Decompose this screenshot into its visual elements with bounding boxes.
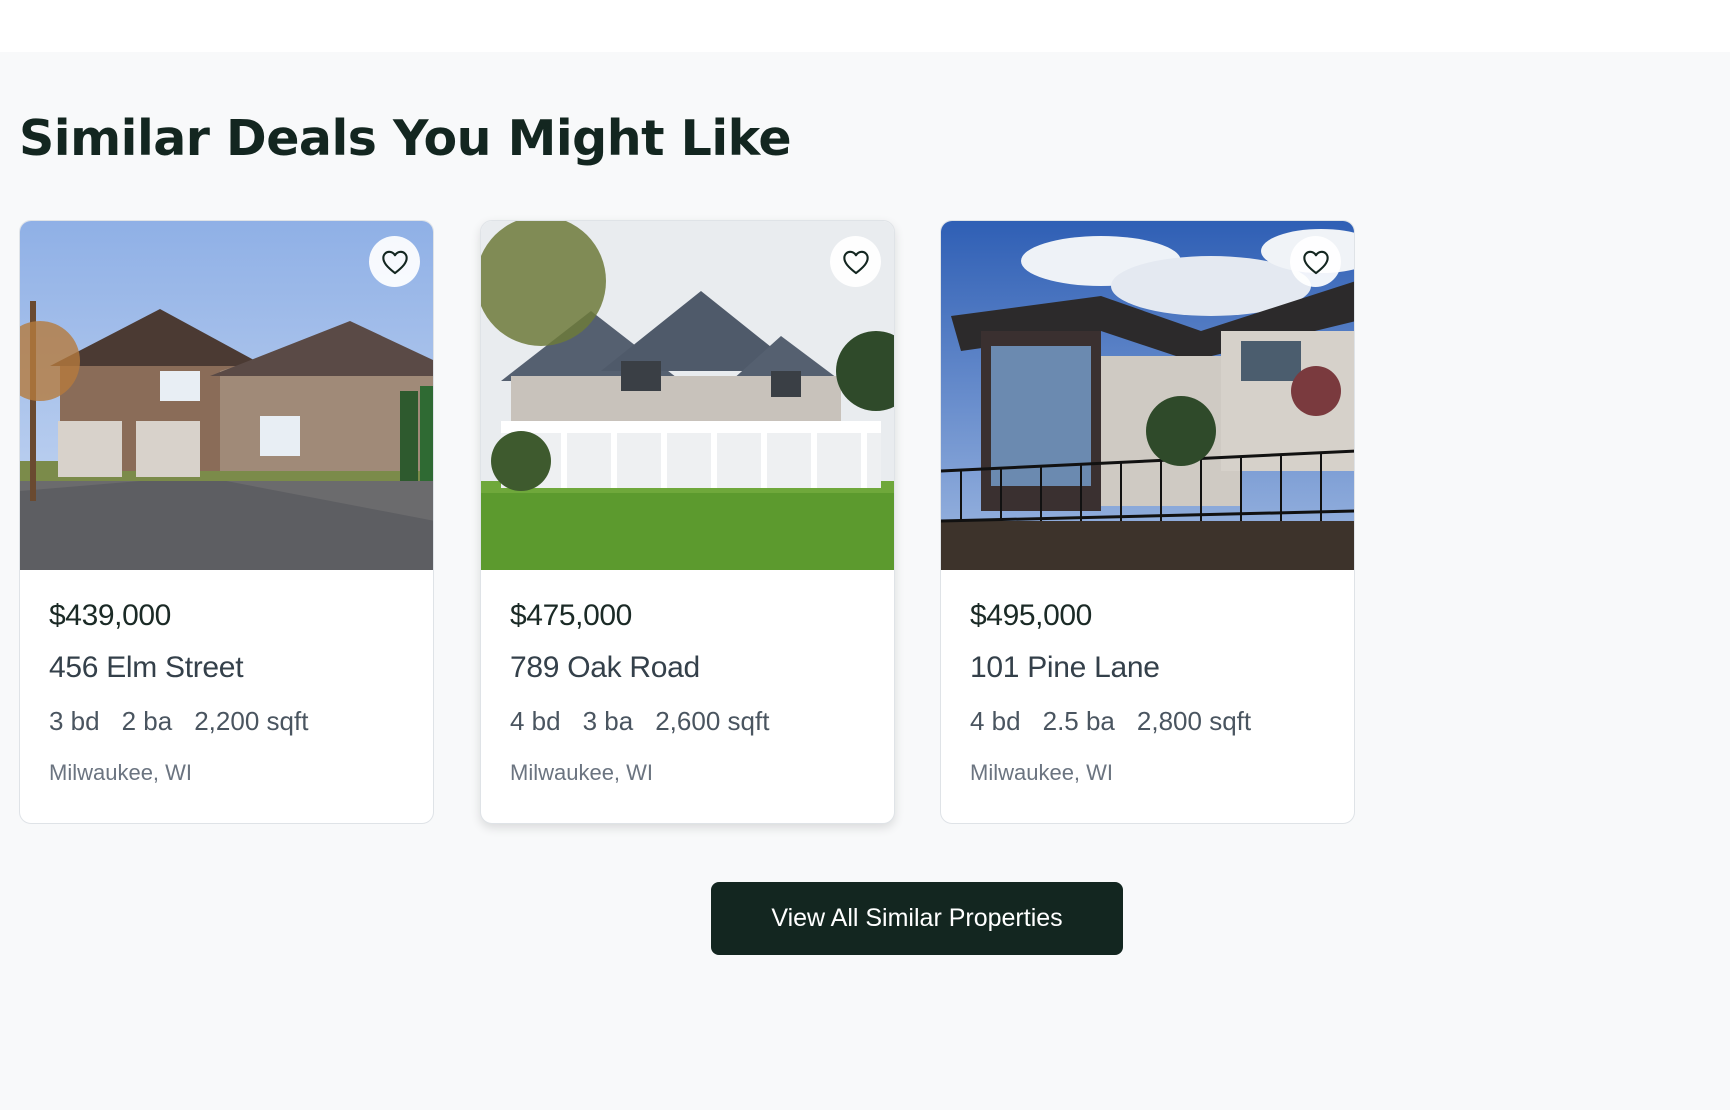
baths-count: 2.5 ba <box>1042 706 1115 736</box>
property-photo[interactable] <box>941 221 1354 570</box>
section-title: Similar Deals You Might Like <box>19 110 792 167</box>
heart-outline-icon <box>381 250 408 274</box>
heart-outline-icon <box>1302 250 1329 274</box>
property-price: $439,000 <box>49 599 171 632</box>
property-location: Milwaukee, WI <box>510 760 654 785</box>
favorite-button[interactable] <box>369 236 420 287</box>
property-details: $439,000 456 Elm Street 3 bd 2 ba 2,200 … <box>49 599 413 786</box>
property-photo[interactable] <box>20 221 433 570</box>
square-footage: 2,800 sqft <box>1136 706 1252 736</box>
property-specs: 4 bd 3 ba 2,600 sqft <box>510 706 874 746</box>
property-card[interactable]: $475,000 789 Oak Road 4 bd 3 ba 2,600 sq… <box>480 220 895 824</box>
property-location: Milwaukee, WI <box>970 760 1114 785</box>
beds-count: 4 bd <box>970 706 1021 736</box>
property-photo[interactable] <box>481 221 894 570</box>
property-card[interactable]: $495,000 101 Pine Lane 4 bd 2.5 ba 2,800… <box>940 220 1355 824</box>
favorite-button[interactable] <box>1290 236 1341 287</box>
property-address[interactable]: 101 Pine Lane <box>970 651 1334 695</box>
square-footage: 2,600 sqft <box>655 706 770 736</box>
property-details: $475,000 789 Oak Road 4 bd 3 ba 2,600 sq… <box>510 599 874 786</box>
baths-count: 2 ba <box>121 706 173 736</box>
square-footage: 2,200 sqft <box>194 706 309 736</box>
page-header-band <box>0 0 1730 52</box>
beds-count: 3 bd <box>49 706 100 736</box>
favorite-button[interactable] <box>830 236 881 287</box>
property-specs: 4 bd 2.5 ba 2,800 sqft <box>970 706 1334 746</box>
property-card[interactable]: $439,000 456 Elm Street 3 bd 2 ba 2,200 … <box>19 220 434 824</box>
view-all-similar-button[interactable]: View All Similar Properties <box>711 882 1123 955</box>
property-details: $495,000 101 Pine Lane 4 bd 2.5 ba 2,800… <box>970 599 1334 786</box>
similar-deals-section: Similar Deals You Might Like $439,000 45… <box>0 52 1730 1110</box>
property-location: Milwaukee, WI <box>49 760 193 785</box>
baths-count: 3 ba <box>582 706 634 736</box>
property-address[interactable]: 456 Elm Street <box>49 651 413 695</box>
property-specs: 3 bd 2 ba 2,200 sqft <box>49 706 413 746</box>
heart-outline-icon <box>842 250 869 274</box>
beds-count: 4 bd <box>510 706 561 736</box>
property-address[interactable]: 789 Oak Road <box>510 651 874 695</box>
property-price: $475,000 <box>510 599 632 632</box>
property-price: $495,000 <box>970 599 1092 632</box>
